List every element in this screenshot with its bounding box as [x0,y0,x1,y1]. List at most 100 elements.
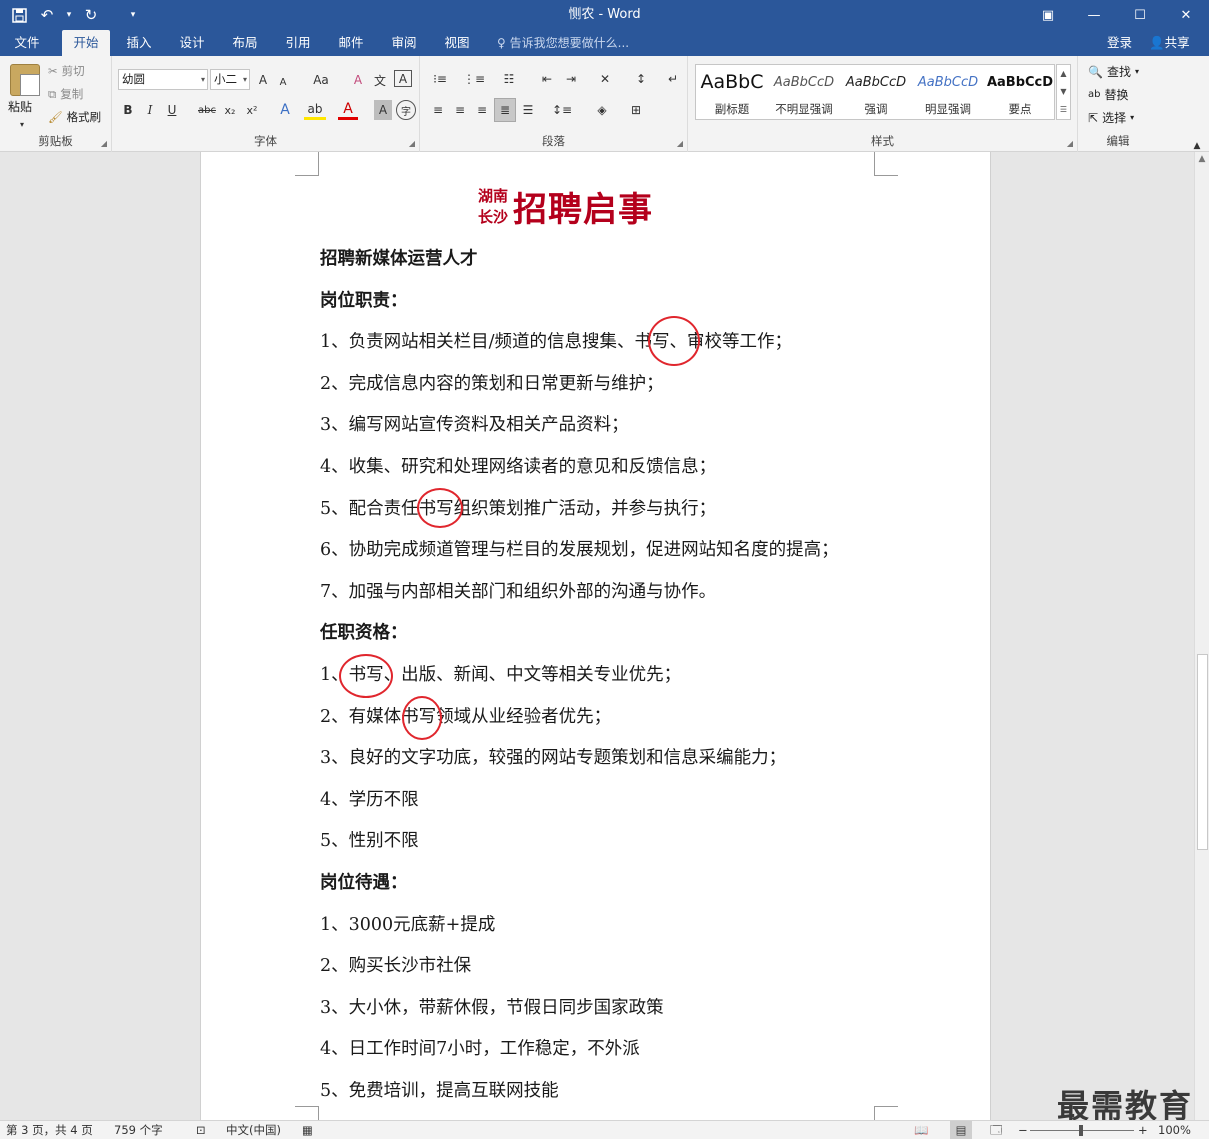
zoom-out-button[interactable]: − [1018,1121,1028,1139]
chevron-down-icon: ▾ [1130,113,1135,122]
zoom-slider-thumb[interactable] [1079,1125,1083,1136]
distributed-icon[interactable]: ☰ [518,100,538,120]
format-painter-button[interactable]: 🖌 格式刷 [48,109,101,125]
close-button[interactable]: ✕ [1163,0,1209,30]
page-count[interactable]: 第 3 页，共 4 页 [6,1121,93,1139]
show-hide-marks-icon[interactable]: ↵ [664,69,682,89]
shading-icon[interactable]: ◈ [588,100,616,120]
italic-button[interactable]: I [140,100,160,120]
superscript-button[interactable]: x² [242,100,262,120]
ribbon-tabs: 文件 开始 插入 设计 布局 引用 邮件 审阅 视图 ♀ 告诉我您想要做什么..… [0,30,1209,56]
style-subtitle[interactable]: AaBbC 副标题 [696,65,768,121]
clear-formatting-icon[interactable]: A [348,70,368,90]
font-name-combo[interactable]: 幼圆 ▾ [118,69,208,90]
chevron-up-icon[interactable]: ▲ [1057,65,1070,83]
scroll-up-icon[interactable]: ▲ [1195,154,1209,164]
cut-button[interactable]: ✂ 剪切 [48,63,85,79]
find-button[interactable]: 🔍 查找 ▾ [1088,63,1139,80]
tab-mailings[interactable]: 邮件 [328,30,374,56]
bullets-icon[interactable]: ⁝≡ [426,69,454,89]
tab-view[interactable]: 视图 [434,30,480,56]
zoom-level[interactable]: 100% [1158,1121,1191,1139]
copy-button[interactable]: ⧉ 复制 [48,86,83,102]
chevron-down-icon[interactable]: ▼ [1057,83,1070,101]
document-line: 2、完成信息内容的策划和日常更新与维护； [320,374,664,394]
enclose-characters-icon[interactable]: 字 [396,100,416,120]
change-case-icon[interactable]: Aa [308,70,334,90]
sort-icon[interactable]: ↕ [630,69,652,89]
maximize-button[interactable]: ☐ [1117,0,1163,30]
cursor-icon: ⇱ [1088,110,1099,125]
paste-button[interactable]: 粘贴 [8,98,32,115]
language-indicator[interactable]: 中文(中国) [226,1121,281,1139]
shrink-font-icon[interactable]: A [274,72,292,92]
tell-me-box[interactable]: ♀ 告诉我您想要做什么... [497,30,629,56]
style-intense-emphasis[interactable]: AaBbCcD 明显强调 [912,65,984,121]
clipboard-group-label: 剪贴板 [38,134,73,148]
strikethrough-button[interactable]: abc [196,100,218,120]
highlight-icon[interactable]: ab [304,100,326,120]
underline-button[interactable]: U [162,100,182,120]
text-effects-icon[interactable]: A [274,100,296,120]
paste-icon[interactable] [10,64,40,96]
style-strong[interactable]: AaBbCcD 要点 [984,65,1056,121]
numbering-icon[interactable]: ⋮≡ [460,69,488,89]
tab-insert[interactable]: 插入 [116,30,162,56]
borders-icon[interactable]: ⊞ [622,100,650,120]
align-right-icon[interactable]: ≡ [472,100,492,120]
bold-button[interactable]: B [118,100,138,120]
minimize-button[interactable]: — [1071,0,1117,30]
scroll-thumb[interactable] [1197,654,1208,850]
styles-launcher-icon[interactable]: ◢ [1067,139,1073,148]
phonetic-guide-icon[interactable]: 文 [370,70,390,90]
paste-dropdown-icon[interactable]: ▾ [20,114,24,134]
styles-scroll[interactable]: ▲ ▼ ☰ [1056,64,1071,120]
style-emphasis[interactable]: AaBbCcD 强调 [840,65,912,121]
title-bar: ↶ ▾ ↻ ▾ 恻农 - Word ▣ — ☐ ✕ [0,0,1209,30]
font-launcher-icon[interactable]: ◢ [409,139,415,148]
tab-design[interactable]: 设计 [169,30,215,56]
clipboard-launcher-icon[interactable]: ◢ [101,139,107,148]
character-border-icon[interactable]: A [394,70,412,87]
multilevel-list-icon[interactable]: ☷ [494,69,524,89]
document-line: 2、有媒体书写领域从业经验者优先； [320,707,612,727]
print-layout-icon[interactable]: ▤ [950,1121,972,1139]
ribbon-display-options-icon[interactable]: ▣ [1025,0,1071,30]
decrease-indent-icon[interactable]: ⇤ [536,69,558,89]
paragraph-launcher-icon[interactable]: ◢ [677,139,683,148]
read-mode-icon[interactable]: 📖 [914,1121,928,1139]
more-styles-icon[interactable]: ☰ [1057,101,1070,119]
increase-indent-icon[interactable]: ⇥ [560,69,582,89]
document-page[interactable]: 湖南长沙 招聘启事 招聘新媒体运营人才 岗位职责： 1、负责网站相关栏目/频道的信息… [200,152,991,1120]
font-color-icon[interactable]: A [338,100,358,120]
subscript-button[interactable]: x₂ [220,100,240,120]
web-layout-icon[interactable]: 🗔 [990,1121,1002,1139]
style-subtle-emphasis[interactable]: AaBbCcD 不明显强调 [768,65,840,121]
zoom-in-button[interactable]: + [1138,1121,1148,1139]
document-line: 1、3000元底薪+提成 [320,915,496,935]
character-shading-icon[interactable]: A [374,100,392,120]
justify-icon[interactable]: ≣ [494,98,516,122]
word-count[interactable]: 759 个字 [114,1121,163,1139]
tab-file[interactable]: 文件 [4,30,50,56]
share-button[interactable]: 👤共享 [1149,30,1190,56]
align-center-icon[interactable]: ≡ [450,100,470,120]
tab-references[interactable]: 引用 [275,30,321,56]
align-left-icon[interactable]: ≡ [428,100,448,120]
proofing-icon[interactable]: ⊡ [196,1121,206,1139]
document-line: 4、学历不限 [320,790,419,810]
document-line: 4、日工作时间7小时，工作稳定，不外派 [320,1039,640,1059]
grow-font-icon[interactable]: A [254,70,272,90]
sign-in-link[interactable]: 登录 [1107,30,1132,56]
line-spacing-icon[interactable]: ↕≡ [548,100,576,120]
editing-group-label: 编辑 [1106,134,1130,148]
tab-review[interactable]: 审阅 [381,30,427,56]
font-size-combo[interactable]: 小二 ▾ [210,69,250,90]
macro-icon[interactable]: ▦ [302,1121,313,1139]
chinese-layout-icon[interactable]: ✕ [590,69,620,89]
select-button[interactable]: ⇱ 选择 ▾ [1088,109,1134,126]
tab-layout[interactable]: 布局 [222,30,268,56]
tab-home[interactable]: 开始 [62,30,110,56]
vertical-scrollbar[interactable]: ▲ [1194,152,1209,1120]
replace-button[interactable]: ab 替换 [1088,86,1129,103]
